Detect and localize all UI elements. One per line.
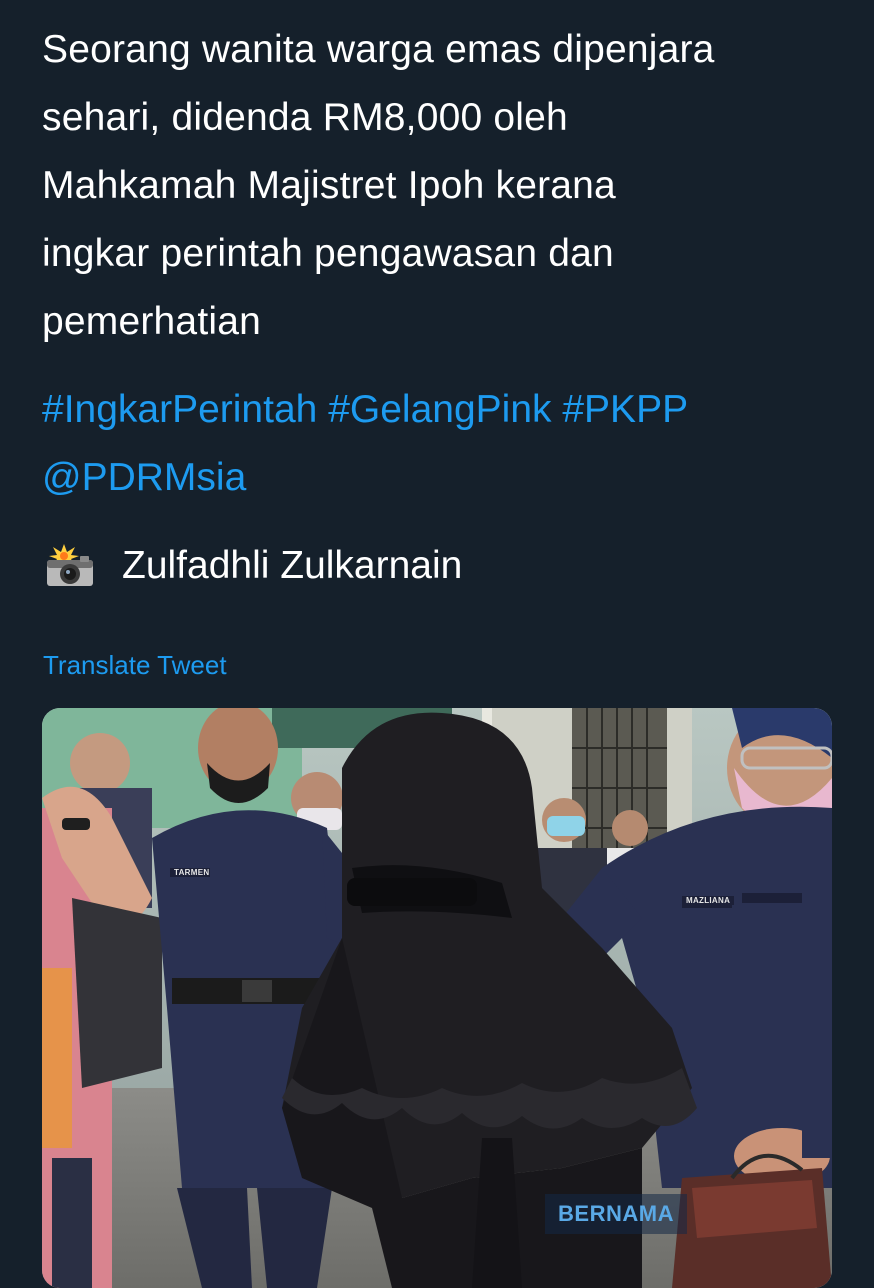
name-tag-right: MAZLIANA bbox=[686, 896, 731, 905]
tweet-text-line: pemerhatian bbox=[42, 300, 262, 343]
tweet-text-line: ingkar perintah pengawasan dan bbox=[42, 232, 614, 275]
photo-watermark: BERNAMA bbox=[545, 1194, 687, 1234]
mention-pdrmsia[interactable]: @PDRMsia bbox=[42, 456, 246, 499]
hashtag-pkpp[interactable]: #PKPP bbox=[562, 388, 688, 431]
hashtag-line: #IngkarPerintah #GelangPink #PKPP bbox=[42, 376, 842, 444]
camera-with-flash-icon bbox=[44, 544, 96, 588]
tweet-text: Seorang wanita warga emas dipenjara seha… bbox=[42, 16, 842, 356]
hashtag-ingkarperintah[interactable]: #IngkarPerintah bbox=[42, 388, 317, 431]
name-tag-left: TARMEN bbox=[174, 868, 210, 877]
mention-line: @PDRMsia bbox=[42, 444, 842, 512]
photo-credit: Zulfadhli Zulkarnain bbox=[44, 536, 462, 596]
hashtag-block: #IngkarPerintah #GelangPink #PKPP @PDRMs… bbox=[42, 376, 842, 512]
tweet-photo[interactable]: TARMEN MAZLIANA BERNAMA bbox=[42, 708, 832, 1288]
tweet-text-line: sehari, didenda RM8,000 oleh bbox=[42, 96, 568, 139]
translate-tweet-link[interactable]: Translate Tweet bbox=[43, 650, 227, 681]
tweet-text-line: Mahkamah Majistret Ipoh kerana bbox=[42, 164, 616, 207]
photo-credit-name: Zulfadhli Zulkarnain bbox=[122, 544, 463, 587]
photo-illustration bbox=[42, 708, 832, 1288]
hashtag-gelangpink[interactable]: #GelangPink bbox=[328, 388, 551, 431]
tweet-text-line: Seorang wanita warga emas dipenjara bbox=[42, 28, 715, 71]
